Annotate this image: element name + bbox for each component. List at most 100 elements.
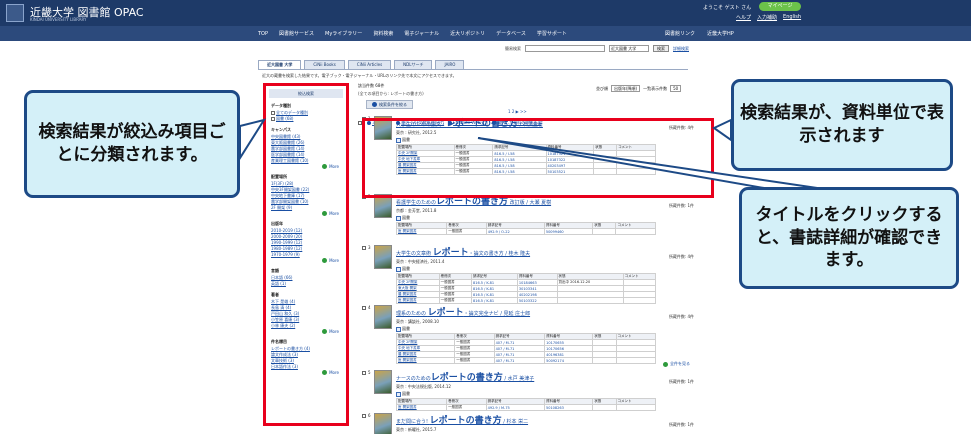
book-cover-thumbnail[interactable]: [374, 413, 392, 434]
facet-item-label: 日本語作法 (3): [271, 364, 298, 369]
record-checkbox[interactable]: [362, 305, 366, 310]
facet-checkbox[interactable]: [271, 117, 275, 121]
facet-item-label: 1980-1989 (12): [271, 246, 303, 251]
facet-more-button[interactable]: More: [271, 258, 339, 263]
facet-item-label: 医学部図書館 (14): [271, 152, 305, 157]
facet-title: 著者: [271, 292, 279, 297]
holdings-cell[interactable]: 50108263: [543, 404, 594, 411]
record-title-link[interactable]: まだ間に合う! レポートの書き方 / 杉本 栄二: [396, 413, 696, 426]
record-checkbox[interactable]: [362, 370, 366, 375]
search-input[interactable]: [525, 45, 605, 52]
nav-right-item[interactable]: 図書館リンク: [665, 30, 695, 37]
first-record-highlight: [362, 118, 714, 198]
sort-select[interactable]: 出版年(降順): [611, 85, 641, 92]
english-link[interactable]: English: [783, 14, 801, 21]
record-body: 理系のための レポート・論文完全ナビ / 見延 庄士郎 東京 : 講談社, 200…: [395, 305, 696, 364]
facet-group: 言語 日本語 (66) 英語 (1): [271, 268, 343, 287]
nav-item[interactable]: 図書館サービス: [279, 30, 314, 37]
facet-title: データ種別: [271, 103, 291, 108]
record-body: 大学生の文章術 レポート・論文の書き方 / 桂木 隆夫 東京 : 中央経済社, 2…: [396, 245, 696, 304]
facet-more-button[interactable]: More: [271, 211, 339, 216]
record-type: 図書: [396, 391, 696, 397]
facet-item-label: 英語 (1): [271, 281, 286, 286]
view-all-holdings-link[interactable]: 全件を見る: [663, 361, 690, 367]
help-link[interactable]: ヘルプ: [736, 14, 751, 21]
source-tab[interactable]: 近大図書 大学: [258, 60, 302, 69]
search-scope-select[interactable]: 近大図書 大学: [609, 45, 649, 52]
facet-group: データ種別全てのデータ種別 図書 (68): [271, 103, 343, 122]
nav-item[interactable]: データベース: [496, 30, 526, 37]
nav-item[interactable]: 近大リポジトリ: [450, 30, 485, 37]
holdings-cell[interactable]: 医 開架図書: [395, 404, 448, 411]
holdings-cell[interactable]: 医 開架図書: [396, 297, 440, 304]
facet-item-label: 産業理工図書館 (10): [271, 158, 309, 163]
input-assist-link[interactable]: 入力補助: [757, 14, 777, 21]
title-suffix: / 杉本 栄二: [501, 419, 529, 425]
nav-item[interactable]: 資料検索: [373, 30, 393, 37]
holdings-cell[interactable]: 407 / M-71: [493, 357, 546, 364]
nav-item[interactable]: 学習サポート: [537, 30, 567, 37]
record-title-link[interactable]: ナースのためのレポートの書き方 / 水戸 美津子: [396, 370, 696, 383]
holdings-count: 所蔵件数: 1件: [668, 203, 694, 208]
nav-item[interactable]: 電子ジャーナル: [404, 30, 439, 37]
facet-more-button[interactable]: More: [271, 329, 339, 334]
record-type: 図書: [396, 215, 696, 221]
pager[interactable]: 1 2 ▶ >>: [508, 109, 527, 114]
advanced-search-link[interactable]: 詳細検索: [673, 46, 689, 52]
facet-item-label: 日本語 (66): [271, 275, 293, 280]
holdings-cell[interactable]: 50103322: [516, 297, 558, 304]
logo-subtitle: KINDAI UNIVERSITY LIBRARY: [30, 17, 87, 22]
book-type-icon: [396, 266, 401, 272]
title-main: レポート: [427, 308, 464, 318]
search-button[interactable]: 検索: [653, 45, 669, 52]
record-number: 5: [362, 370, 371, 375]
nav-item[interactable]: Myライブラリー: [325, 30, 362, 37]
facet-item-label: 全てのデータ種別: [276, 110, 308, 115]
record-checkbox[interactable]: [362, 413, 366, 418]
holdings-cell: [615, 404, 656, 411]
book-cover-thumbnail[interactable]: [374, 370, 392, 394]
holdings-cell: [592, 357, 617, 364]
holdings-cell[interactable]: 医 開架図書: [395, 228, 448, 235]
facet-item-label: 1990-1999 (12): [271, 240, 303, 245]
callout-record-unit: 検索結果が、資料単位で表示されます: [731, 79, 953, 171]
holdings-cell[interactable]: 816.5 / K-81: [470, 297, 518, 304]
nav-item[interactable]: TOP: [258, 31, 268, 37]
book-cover-thumbnail[interactable]: [374, 305, 392, 329]
source-tab[interactable]: JAIRO: [435, 60, 465, 69]
facet-item-label: 戸田山 和久 (3): [271, 311, 300, 316]
source-tab[interactable]: CiNii Books: [304, 60, 345, 69]
facet-more-button[interactable]: More: [271, 164, 339, 169]
holdings-cell[interactable]: 50099460: [543, 228, 594, 235]
record-type-label: 図書: [402, 326, 410, 331]
facet-item-label: 中央図書館 (43): [271, 134, 301, 139]
holdings-cell[interactable]: 医 開架図書: [395, 357, 456, 364]
source-tab[interactable]: CiNii Articles: [347, 60, 392, 69]
holdings-cell[interactable]: 50092174: [544, 357, 594, 364]
facet-checkbox[interactable]: [271, 111, 275, 115]
record-checkbox[interactable]: [362, 245, 366, 250]
source-tab[interactable]: NDLサーチ: [394, 60, 433, 69]
record-title-link[interactable]: 大学生の文章術 レポート・論文の書き方 / 桂木 隆夫: [396, 245, 696, 258]
title-prefix: 大学生の文章術: [396, 251, 433, 257]
per-page-label: 一覧表示件数: [643, 85, 668, 91]
record-title-link[interactable]: 理系のための レポート・論文完全ナビ / 見延 庄士郎: [396, 305, 696, 318]
mypage-button[interactable]: マイページ: [759, 2, 801, 11]
facet-title: キャンパス: [271, 127, 291, 132]
refine-search-header[interactable]: 絞込検索: [269, 89, 343, 98]
facet-more-label: More: [329, 258, 339, 263]
facet-title: 件名標目: [271, 339, 287, 344]
holdings-cell[interactable]: 492.9 / M-75: [485, 404, 546, 411]
record-number-label: 3: [368, 245, 371, 250]
holdings-cell[interactable]: 492.9 / O-22: [485, 228, 545, 235]
facet-item-label: 中央地下書庫 (17): [271, 193, 305, 198]
nav-right-item[interactable]: 近畿大学HP: [707, 30, 734, 37]
facet-title: 出版年: [271, 221, 283, 226]
book-cover-thumbnail[interactable]: [374, 245, 392, 269]
facet-item[interactable]: 図書 (68): [271, 116, 343, 122]
facet-item[interactable]: 英語 (1): [271, 281, 343, 287]
per-page-select[interactable]: 50: [670, 85, 682, 92]
refine-conditions-button[interactable]: 検索条件を絞る: [366, 100, 413, 109]
facet-more-button[interactable]: More: [271, 370, 339, 375]
holdings-table: 配置場所 巻冊次 請求記号 資料番号 状態 コメント 中央 2F開架 一般図書 407 / M-…: [395, 333, 657, 364]
